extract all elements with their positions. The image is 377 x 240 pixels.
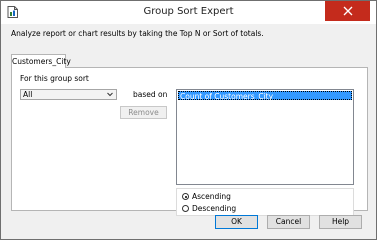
remove-button[interactable]: Remove (120, 106, 167, 119)
ok-button[interactable]: OK (215, 215, 258, 229)
tab-panel: For this group sort All based on Count o… (11, 67, 368, 216)
descending-label: Descending (192, 204, 237, 213)
summary-listbox[interactable]: Count of Customers_City (176, 89, 354, 185)
sort-type-value: All (23, 90, 33, 99)
close-icon (343, 6, 352, 16)
tab-customers-city[interactable]: Customers_City (11, 54, 71, 68)
ascending-radio[interactable] (182, 193, 189, 200)
chevron-down-icon (107, 92, 113, 97)
help-button[interactable]: Help (319, 215, 362, 229)
ascending-label: Ascending (192, 192, 231, 201)
dialog-body: Analyze report or chart results by takin… (1, 24, 376, 239)
sort-type-select[interactable]: All (20, 89, 117, 100)
cancel-button[interactable]: Cancel (267, 215, 310, 229)
sort-order-group: Ascending Descending (176, 188, 354, 216)
title-bar: Group Sort Expert (1, 1, 376, 24)
group-sort-expert-window: Group Sort Expert Analyze report or char… (0, 0, 377, 240)
radio-selected-dot (184, 195, 187, 198)
window-title: Group Sort Expert (143, 6, 234, 17)
list-item[interactable]: Count of Customers_City (178, 91, 352, 101)
description-text: Analyze report or chart results by takin… (11, 29, 264, 38)
close-button[interactable] (325, 1, 370, 21)
based-on-label: based on (133, 90, 168, 99)
descending-radio[interactable] (182, 205, 189, 212)
group-sort-label: For this group sort (20, 74, 89, 83)
